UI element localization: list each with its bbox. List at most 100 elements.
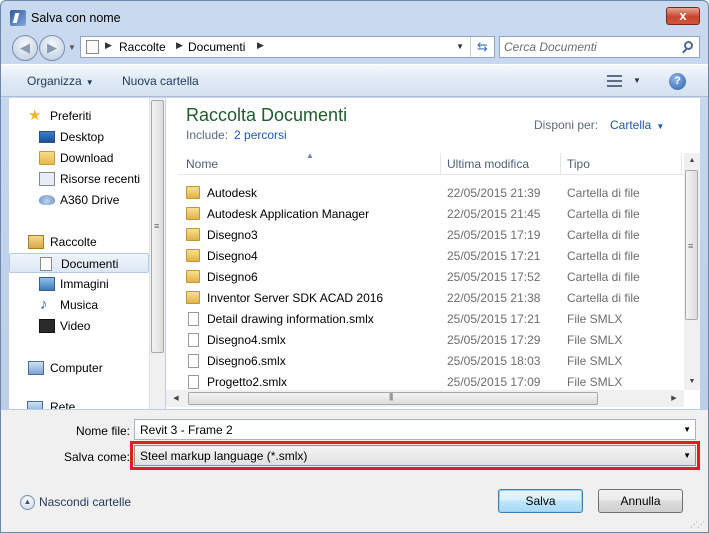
nav-item-video[interactable]: Video bbox=[9, 316, 149, 336]
breadcrumb-separator-icon[interactable]: ▶ bbox=[176, 40, 183, 51]
nav-item-images[interactable]: Immagini bbox=[9, 274, 149, 294]
new-folder-button[interactable]: Nuova cartella bbox=[122, 74, 199, 88]
forward-button[interactable]: ▶ bbox=[39, 35, 65, 61]
arrange-by-dropdown[interactable]: Cartella ▼ bbox=[610, 118, 664, 132]
file-date: 25/05/2015 17:09 bbox=[447, 375, 541, 389]
file-date: 25/05/2015 18:03 bbox=[447, 354, 541, 368]
file-row[interactable]: Inventor Server SDK ACAD 2016 22/05/2015… bbox=[178, 288, 684, 309]
search-box[interactable] bbox=[499, 36, 700, 58]
address-bar[interactable]: ▶ Raccolte ▶ Documenti ▶ ▼ ⇆ bbox=[80, 36, 495, 58]
refresh-icon: ⇆ bbox=[477, 39, 488, 54]
file-date: 25/05/2015 17:52 bbox=[447, 270, 541, 284]
file-list-horizontal-scrollbar[interactable]: ◀ ▶ bbox=[166, 390, 684, 407]
scroll-left-icon[interactable]: ◀ bbox=[168, 390, 184, 407]
folder-icon bbox=[186, 291, 200, 304]
nav-item-recent[interactable]: Risorse recenti bbox=[9, 169, 149, 189]
computer-icon bbox=[28, 361, 44, 375]
file-list-pane: Raccolta Documenti Include: 2 percorsi Di… bbox=[166, 98, 700, 409]
nav-scroll-thumb[interactable] bbox=[151, 100, 164, 353]
sort-ascending-icon: ▲ bbox=[306, 151, 314, 160]
scroll-right-icon[interactable]: ▶ bbox=[666, 390, 682, 407]
file-type: File SMLX bbox=[567, 354, 623, 368]
search-input[interactable] bbox=[504, 39, 674, 55]
hide-folders-button[interactable]: ▲ Nascondi cartelle bbox=[20, 495, 131, 511]
nav-item-network[interactable]: Rete bbox=[50, 401, 75, 409]
filename-field[interactable]: Revit 3 - Frame 2 ▼ bbox=[134, 419, 696, 440]
nav-favorites[interactable]: ★ Preferiti bbox=[9, 106, 149, 126]
file-name: Disegno6.smlx bbox=[207, 354, 286, 368]
refresh-button[interactable]: ⇆ bbox=[470, 37, 494, 57]
horizontal-scroll-thumb[interactable] bbox=[188, 392, 598, 405]
nav-computer[interactable]: Computer bbox=[9, 358, 149, 378]
scroll-down-icon[interactable]: ▼ bbox=[684, 374, 700, 390]
nav-favorites-label: Preferiti bbox=[50, 109, 92, 123]
folder-icon bbox=[186, 207, 200, 220]
nav-item-a360[interactable]: A360 Drive bbox=[9, 190, 149, 210]
file-date: 22/05/2015 21:39 bbox=[447, 186, 541, 200]
nav-item-desktop[interactable]: Desktop bbox=[9, 127, 149, 147]
cancel-button[interactable]: Annulla bbox=[598, 489, 683, 513]
include-label: Include: bbox=[186, 128, 229, 142]
close-button[interactable]: x bbox=[666, 7, 700, 25]
save-as-dialog: Salva con nome x ◀ ▶ ▼ ▶ Raccolte ▶ Docu… bbox=[0, 0, 709, 533]
view-options-dropdown[interactable]: ▼ bbox=[633, 76, 641, 85]
nav-scrollbar[interactable] bbox=[149, 98, 165, 409]
file-row[interactable]: Detail drawing information.smlx 25/05/20… bbox=[178, 309, 684, 330]
address-dropdown-icon[interactable]: ▼ bbox=[456, 42, 464, 51]
file-date: 25/05/2015 17:21 bbox=[447, 249, 541, 263]
file-row[interactable]: Disegno6.smlx 25/05/2015 18:03 File SMLX bbox=[178, 351, 684, 372]
arrange-by-label: Disponi per: bbox=[534, 118, 599, 132]
nav-label: Video bbox=[60, 319, 91, 333]
search-icon[interactable] bbox=[684, 41, 693, 50]
nav-label: A360 Drive bbox=[60, 193, 120, 207]
file-list-vertical-scrollbar[interactable]: ▲ ▼ bbox=[684, 153, 700, 390]
recent-locations-dropdown[interactable]: ▼ bbox=[68, 43, 76, 52]
file-date: 22/05/2015 21:38 bbox=[447, 291, 541, 305]
file-row[interactable]: Disegno3 25/05/2015 17:19 Cartella di fi… bbox=[178, 225, 684, 246]
nav-label: Risorse recenti bbox=[60, 172, 141, 186]
file-row[interactable]: Disegno4 25/05/2015 17:21 Cartella di fi… bbox=[178, 246, 684, 267]
file-date: 22/05/2015 21:45 bbox=[447, 207, 541, 221]
save-button[interactable]: Salva bbox=[498, 489, 583, 513]
scroll-up-icon[interactable]: ▲ bbox=[684, 153, 700, 169]
vertical-scroll-thumb[interactable] bbox=[685, 170, 698, 320]
file-row[interactable]: Disegno4.smlx 25/05/2015 17:29 File SMLX bbox=[178, 330, 684, 351]
resize-grip-icon[interactable]: ⋰⋰ bbox=[690, 520, 705, 529]
column-divider[interactable] bbox=[440, 153, 441, 175]
file-type: File SMLX bbox=[567, 312, 623, 326]
title-bar[interactable]: Salva con nome x bbox=[1, 1, 708, 33]
breadcrumb-separator-icon[interactable]: ▶ bbox=[105, 40, 112, 51]
column-divider[interactable] bbox=[560, 153, 561, 175]
file-name: Disegno6 bbox=[207, 270, 258, 284]
include-locations-link[interactable]: 2 percorsi bbox=[234, 128, 287, 142]
file-type: File SMLX bbox=[567, 333, 623, 347]
file-name: Disegno3 bbox=[207, 228, 258, 242]
column-type[interactable]: Tipo bbox=[567, 157, 590, 171]
file-icon bbox=[188, 333, 199, 347]
help-icon[interactable]: ? bbox=[669, 73, 686, 90]
window-title: Salva con nome bbox=[31, 11, 121, 25]
column-divider[interactable] bbox=[681, 153, 682, 175]
file-name: Detail drawing information.smlx bbox=[207, 312, 374, 326]
breadcrumb-raccolte[interactable]: Raccolte bbox=[119, 40, 166, 54]
nav-label: Download bbox=[60, 151, 114, 165]
column-name[interactable]: Nome bbox=[186, 157, 218, 171]
breadcrumb-documenti[interactable]: Documenti bbox=[188, 40, 245, 54]
file-row[interactable]: Disegno6 25/05/2015 17:52 Cartella di fi… bbox=[178, 267, 684, 288]
view-options-icon[interactable] bbox=[607, 75, 622, 87]
folder-icon bbox=[186, 228, 200, 241]
video-icon bbox=[39, 319, 55, 333]
file-row[interactable]: Autodesk 22/05/2015 21:39 Cartella di fi… bbox=[178, 183, 684, 204]
nav-item-download[interactable]: Download bbox=[9, 148, 149, 168]
nav-libraries[interactable]: Raccolte bbox=[9, 232, 149, 252]
nav-item-music[interactable]: ♪ Musica bbox=[9, 295, 149, 315]
back-button[interactable]: ◀ bbox=[12, 35, 38, 61]
file-name: Progetto2.smlx bbox=[207, 375, 288, 389]
nav-label: Immagini bbox=[60, 277, 109, 291]
breadcrumb-separator-icon[interactable]: ▶ bbox=[257, 40, 264, 51]
column-modified[interactable]: Ultima modifica bbox=[447, 157, 529, 171]
file-row[interactable]: Autodesk Application Manager 22/05/2015 … bbox=[178, 204, 684, 225]
organize-menu[interactable]: Organizza ▼ bbox=[27, 74, 94, 88]
filename-history-dropdown[interactable]: ▼ bbox=[683, 425, 691, 434]
nav-item-documents[interactable]: Documenti bbox=[9, 253, 149, 273]
